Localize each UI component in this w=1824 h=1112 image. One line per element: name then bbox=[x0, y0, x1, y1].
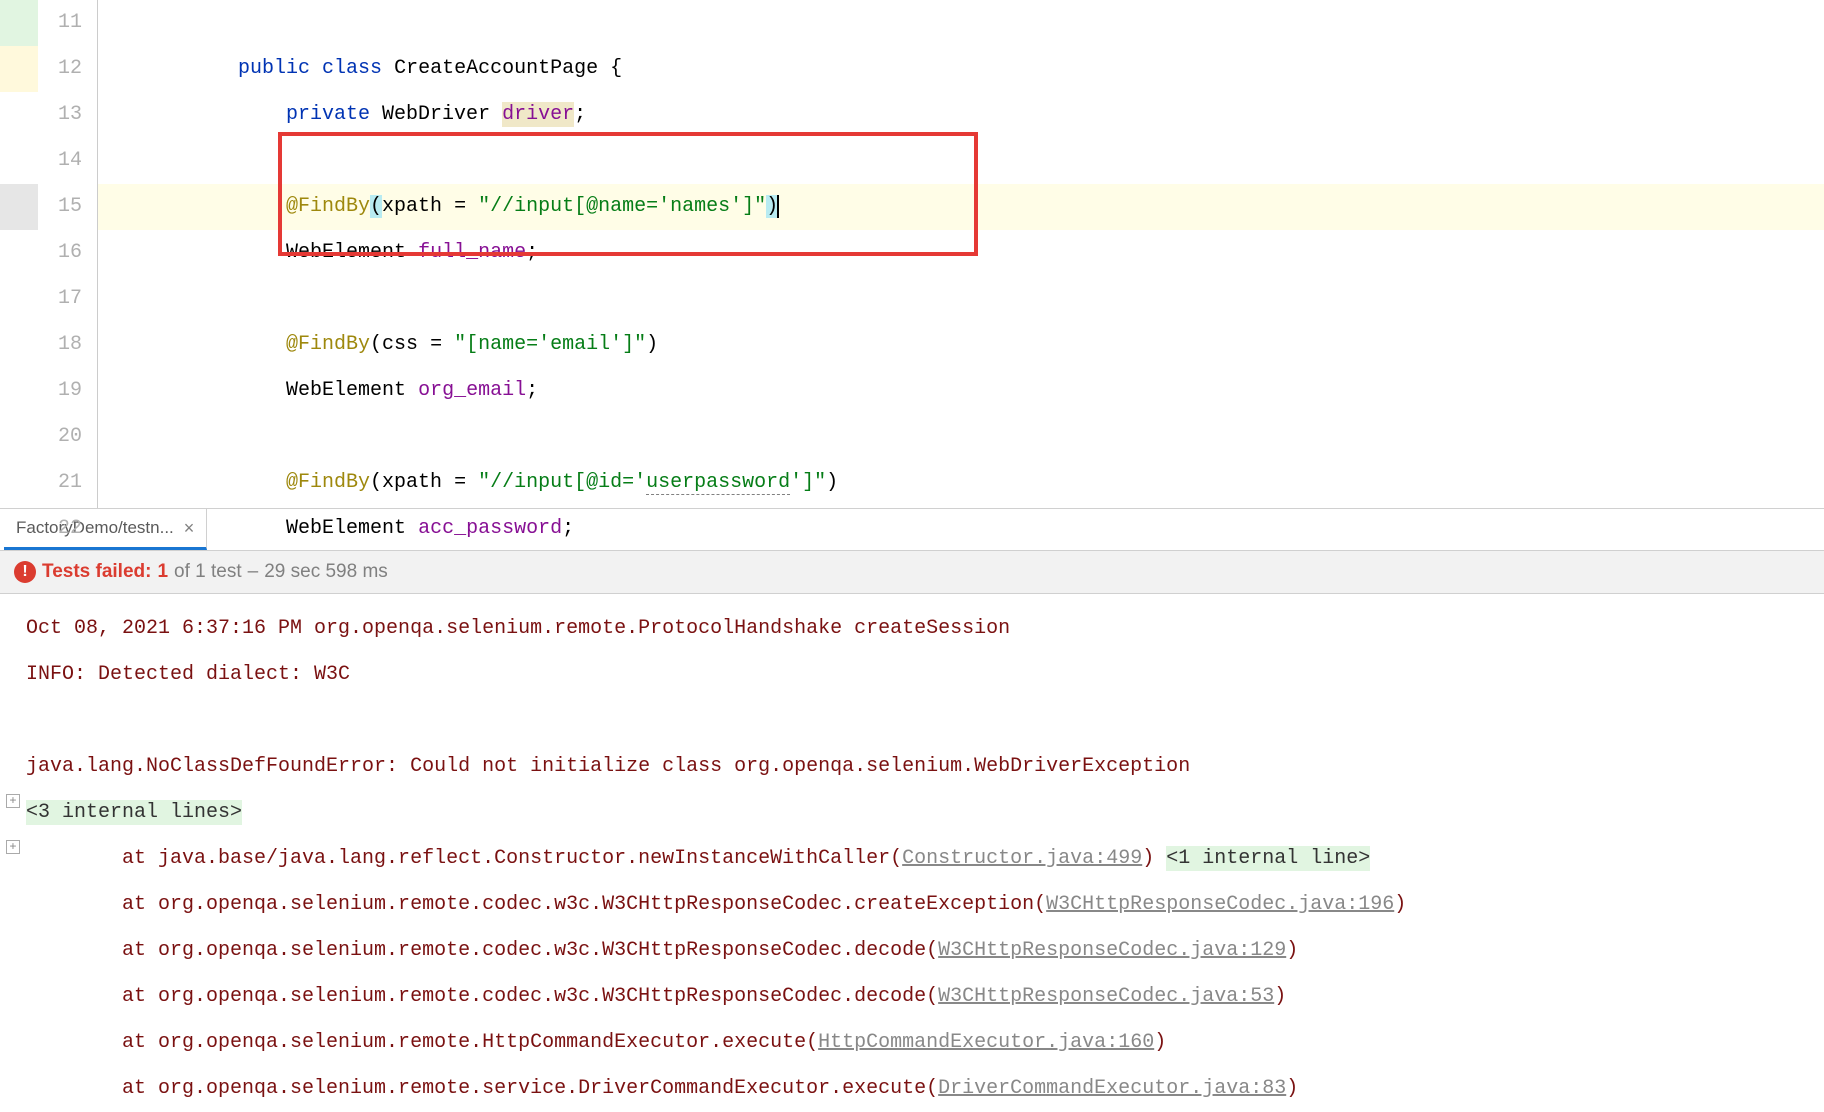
line-number[interactable]: 13 bbox=[38, 92, 82, 138]
close-icon[interactable]: × bbox=[184, 518, 195, 539]
elapsed-time: 29 sec 598 ms bbox=[264, 561, 388, 583]
line-number[interactable]: 22 bbox=[38, 506, 82, 552]
source-link[interactable]: DriverCommandExecutor.java:83 bbox=[938, 1077, 1286, 1100]
change-strip bbox=[0, 0, 38, 508]
source-link[interactable]: HttpCommandExecutor.java:160 bbox=[818, 1031, 1154, 1054]
line-number[interactable]: 21 bbox=[38, 460, 82, 506]
code-line: WebElement acc_password; bbox=[238, 506, 1824, 552]
failed-count: 1 bbox=[157, 561, 168, 583]
source-link[interactable]: W3CHttpResponseCodec.java:196 bbox=[1046, 893, 1394, 916]
console-line: INFO: Detected dialect: W3C bbox=[26, 652, 1824, 698]
line-number[interactable]: 20 bbox=[38, 414, 82, 460]
dash: – bbox=[248, 561, 259, 583]
expand-icon[interactable]: + bbox=[6, 840, 20, 854]
text-cursor bbox=[777, 195, 779, 218]
code-line: WebElement full_name; bbox=[238, 230, 1824, 276]
vcs-added-marker bbox=[0, 0, 38, 46]
console-stack-line: at org.openqa.selenium.remote.codec.w3c.… bbox=[26, 882, 1824, 928]
line-number[interactable]: 19 bbox=[38, 368, 82, 414]
test-status-bar: ! Tests failed: 1 of 1 test – 29 sec 598… bbox=[0, 550, 1824, 594]
total-count: of 1 test bbox=[174, 561, 242, 583]
fail-icon: ! bbox=[14, 561, 36, 583]
breakpoint-strip bbox=[0, 184, 38, 230]
code-line: public class CreateAccountPage { bbox=[238, 46, 1824, 92]
console-output[interactable]: Oct 08, 2021 6:37:16 PM org.openqa.selen… bbox=[0, 594, 1824, 1112]
code-line bbox=[238, 276, 1824, 322]
gutter: 11 12 13 14 15 16 17 18 19 20 21 22 bbox=[0, 0, 98, 508]
console-stack-line: at org.openqa.selenium.remote.codec.w3c.… bbox=[26, 928, 1824, 974]
run-tab[interactable]: FactoryDemo/testn... × bbox=[4, 509, 207, 550]
code-area[interactable]: public class CreateAccountPage { private… bbox=[98, 0, 1824, 508]
code-line bbox=[238, 0, 1824, 46]
line-number[interactable]: 17 bbox=[38, 276, 82, 322]
code-line bbox=[238, 138, 1824, 184]
source-link[interactable]: Constructor.java:499 bbox=[902, 847, 1142, 870]
line-number[interactable]: 12 bbox=[38, 46, 82, 92]
code-line: @FindBy(css = "[name='email']") bbox=[238, 322, 1824, 368]
source-link[interactable]: W3CHttpResponseCodec.java:53 bbox=[938, 985, 1274, 1008]
console-stack-line: + at java.base/java.lang.reflect.Constru… bbox=[26, 836, 1824, 882]
console-stack-line: at org.openqa.selenium.remote.HttpComman… bbox=[26, 1020, 1824, 1066]
editor-pane: 11 12 13 14 15 16 17 18 19 20 21 22 publ… bbox=[0, 0, 1824, 508]
line-number[interactable]: 15 bbox=[38, 184, 82, 230]
line-number[interactable]: 11 bbox=[38, 0, 82, 46]
source-link[interactable]: W3CHttpResponseCodec.java:129 bbox=[938, 939, 1286, 962]
line-number[interactable]: 18 bbox=[38, 322, 82, 368]
code-line: private WebDriver driver; bbox=[238, 92, 1824, 138]
console-collapsed-line: +<3 internal lines> bbox=[26, 790, 1824, 836]
vcs-modified-marker bbox=[0, 46, 38, 92]
console-line bbox=[26, 698, 1824, 744]
code-line: @FindBy(xpath = "//input[@id='userpasswo… bbox=[238, 460, 1824, 506]
console-line: Oct 08, 2021 6:37:16 PM org.openqa.selen… bbox=[26, 606, 1824, 652]
console-line: java.lang.NoClassDefFoundError: Could no… bbox=[26, 744, 1824, 790]
console-stack-line: at org.openqa.selenium.remote.service.Dr… bbox=[26, 1066, 1824, 1112]
line-number[interactable]: 16 bbox=[38, 230, 82, 276]
line-number[interactable]: 14 bbox=[38, 138, 82, 184]
code-line bbox=[238, 414, 1824, 460]
code-line: @FindBy(xpath = "//input[@name='names']"… bbox=[238, 184, 1824, 230]
tests-failed-label: Tests failed: bbox=[42, 561, 151, 583]
line-numbers: 11 12 13 14 15 16 17 18 19 20 21 22 bbox=[38, 0, 98, 552]
console-stack-line: at org.openqa.selenium.remote.codec.w3c.… bbox=[26, 974, 1824, 1020]
expand-icon[interactable]: + bbox=[6, 794, 20, 808]
code-line: WebElement org_email; bbox=[238, 368, 1824, 414]
